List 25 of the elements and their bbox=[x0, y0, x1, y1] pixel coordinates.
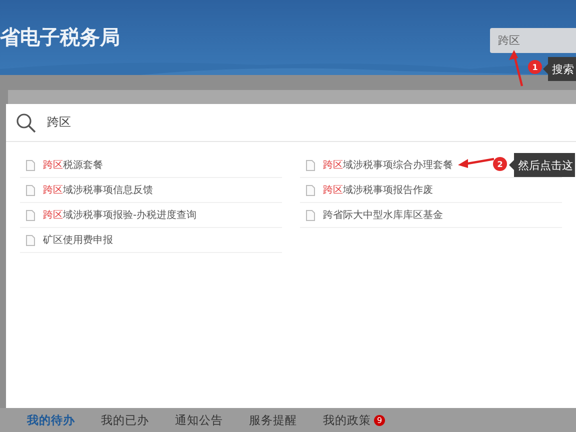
site-title: 省电子税务局 bbox=[0, 24, 120, 51]
search-result-link[interactable]: 跨区域涉税事项信息反馈 bbox=[43, 183, 153, 197]
document-icon bbox=[306, 210, 315, 220]
document-icon bbox=[26, 160, 35, 170]
document-icon bbox=[26, 184, 35, 196]
tab[interactable]: 我的政策 9 bbox=[323, 412, 397, 428]
search-result-link[interactable]: 矿区使用费申报 bbox=[43, 233, 113, 247]
search-result-link[interactable]: 跨区税源套餐 bbox=[43, 158, 103, 172]
document-icon bbox=[26, 210, 35, 220]
document-icon bbox=[306, 160, 315, 170]
tab[interactable]: 通知公告 bbox=[175, 412, 249, 428]
tab[interactable]: 服务提醒 bbox=[249, 412, 323, 428]
search-result-link[interactable]: 跨省际大中型水库库区基金 bbox=[323, 208, 443, 222]
search-result-link[interactable]: 跨区域涉税事项报验-办税进度查询 bbox=[43, 208, 197, 222]
search-field[interactable]: 跨区 bbox=[490, 28, 576, 52]
count-badge: 9 bbox=[374, 414, 385, 426]
search-query[interactable]: 跨区 bbox=[47, 114, 71, 131]
document-icon bbox=[306, 184, 315, 196]
guide-tooltip: 然后点击这 bbox=[509, 153, 575, 177]
search-result-link[interactable]: 跨区域涉税事项报告作废 bbox=[323, 183, 433, 197]
document-icon bbox=[26, 234, 35, 246]
tab[interactable]: 我的已办 bbox=[101, 412, 175, 428]
guide-tooltip: 搜索 bbox=[543, 57, 576, 81]
search-icon bbox=[16, 112, 36, 132]
search-result-link[interactable]: 跨区域涉税事项综合办理套餐 bbox=[323, 158, 453, 172]
